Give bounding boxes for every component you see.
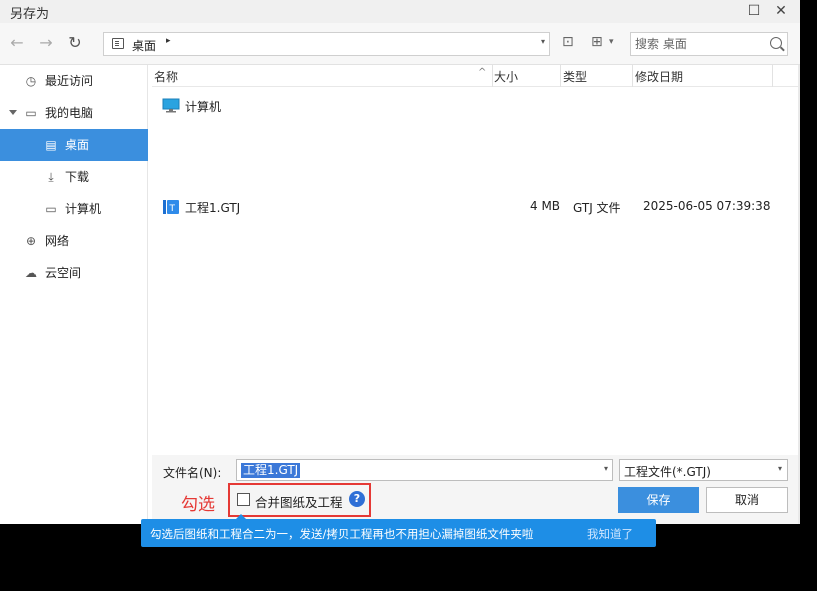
sidebar-item-recent[interactable]: ◷ 最近访问 xyxy=(0,65,148,97)
sidebar: ◷ 最近访问 ▭ 我的电脑 ▤ 桌面 ⤓ 下载 ▭ 计算机 ⊕ 网络 ☁ 云空间 xyxy=(0,65,148,524)
file-name: 工程1.GTJ xyxy=(185,201,241,215)
merge-checkbox[interactable] xyxy=(237,493,250,506)
address-dropdown-icon[interactable]: ▾ xyxy=(541,37,545,46)
title-bar: 另存为 ☐ ✕ xyxy=(0,0,800,23)
column-type[interactable]: 类型 xyxy=(563,68,587,85)
download-icon: ⤓ xyxy=(48,170,54,184)
tooltip-banner: 勾选后图纸和工程合二为一，发送/拷贝工程再也不用担心漏掉图纸文件夹啦 我知道了 xyxy=(141,514,656,547)
help-icon[interactable]: ? xyxy=(349,491,365,507)
breadcrumb-desktop[interactable]: 桌面 xyxy=(132,37,156,54)
tooltip-message: 勾选后图纸和工程合二为一，发送/拷贝工程再也不用担心漏掉图纸文件夹啦 xyxy=(150,527,534,541)
search-box[interactable] xyxy=(630,32,788,56)
filetype-dropdown-icon[interactable]: ▾ xyxy=(778,464,782,473)
expand-arrow-icon[interactable] xyxy=(9,110,17,115)
sidebar-item-label: 桌面 xyxy=(65,138,90,152)
sidebar-item-network[interactable]: ⊕ 网络 xyxy=(0,225,148,257)
filename-label: 文件名(N): xyxy=(163,466,222,480)
sidebar-item-label: 我的电脑 xyxy=(45,106,94,120)
column-size[interactable]: 大小 xyxy=(494,68,518,85)
refresh-button[interactable]: ↻ xyxy=(64,32,86,54)
sidebar-item-label: 下载 xyxy=(65,170,90,184)
column-separator[interactable] xyxy=(772,65,773,87)
globe-icon: ⊕ xyxy=(25,234,37,248)
file-list-header: 名称 ^ 大小 类型 修改日期 xyxy=(152,65,798,87)
filename-input[interactable]: 工程1.GTJ ▾ xyxy=(236,459,613,481)
clock-icon: ◷ xyxy=(25,74,37,88)
address-bar[interactable]: 桌面 ▸ ▾ xyxy=(103,32,550,56)
close-button[interactable]: ✕ xyxy=(767,0,795,22)
column-separator[interactable] xyxy=(560,65,561,87)
window-title: 另存为 xyxy=(10,7,50,22)
save-button[interactable]: 保存 xyxy=(618,487,699,513)
forward-button[interactable]: → xyxy=(35,32,57,54)
sort-ascending-icon: ^ xyxy=(478,67,487,78)
breadcrumb-arrow-icon[interactable]: ▸ xyxy=(166,36,171,46)
computer-icon xyxy=(162,98,180,113)
file-size: 4 MB xyxy=(530,199,561,213)
scrollbar[interactable] xyxy=(798,65,800,524)
file-row-computer[interactable]: 计算机 xyxy=(152,94,798,118)
monitor-icon: ▭ xyxy=(25,106,37,120)
file-list: 名称 ^ 大小 类型 修改日期 计算机 T 工程1.GTJ 4 MB GTJ 文… xyxy=(152,65,798,455)
back-button[interactable]: ← xyxy=(6,32,28,54)
sidebar-item-my-computer[interactable]: ▭ 我的电脑 xyxy=(0,97,148,129)
sidebar-item-label: 网络 xyxy=(45,234,70,248)
cancel-button[interactable]: 取消 xyxy=(706,487,788,513)
view-dropdown-icon[interactable]: ▾ xyxy=(609,37,614,57)
filename-value[interactable]: 工程1.GTJ xyxy=(241,463,301,478)
sidebar-item-label: 最近访问 xyxy=(45,74,94,88)
file-type: GTJ 文件 xyxy=(573,201,621,215)
column-separator[interactable] xyxy=(632,65,633,87)
cloud-icon: ☁ xyxy=(25,266,37,280)
annotation-label: 勾选 xyxy=(181,495,215,515)
tooltip-dismiss-link[interactable]: 我知道了 xyxy=(587,526,633,542)
search-input[interactable] xyxy=(635,36,765,52)
new-folder-icon[interactable]: ⊡ xyxy=(562,34,574,54)
filetype-value: 工程文件(*.GTJ) xyxy=(624,465,711,479)
file-modified: 2025-06-05 07:39:38 xyxy=(643,199,771,213)
sidebar-item-downloads[interactable]: ⤓ 下载 xyxy=(0,161,148,193)
file-name: 计算机 xyxy=(185,100,222,114)
tooltip-arrow xyxy=(236,514,246,519)
sidebar-item-label: 计算机 xyxy=(65,202,102,216)
svg-text:T: T xyxy=(169,204,176,214)
sidebar-item-desktop[interactable]: ▤ 桌面 xyxy=(0,129,148,161)
column-name[interactable]: 名称 xyxy=(154,68,178,85)
gtj-file-icon: T xyxy=(163,200,179,214)
search-icon[interactable] xyxy=(770,37,782,49)
desktop-icon: ▤ xyxy=(45,138,57,152)
column-separator[interactable] xyxy=(492,65,493,87)
view-mode-icon[interactable]: ⊞ xyxy=(591,34,603,54)
file-row-gtj[interactable]: T 工程1.GTJ 4 MB GTJ 文件 2025-06-05 07:39:3… xyxy=(152,195,798,219)
column-modified[interactable]: 修改日期 xyxy=(635,68,683,85)
annotation-highlight-box: 合并图纸及工程 ? xyxy=(228,483,371,517)
maximize-button[interactable]: ☐ xyxy=(740,0,768,22)
sidebar-item-cloud[interactable]: ☁ 云空间 xyxy=(0,257,148,289)
filename-dropdown-icon[interactable]: ▾ xyxy=(604,464,608,473)
merge-checkbox-label[interactable]: 合并图纸及工程 xyxy=(255,492,343,511)
desktop-icon xyxy=(112,38,124,49)
sidebar-item-computer[interactable]: ▭ 计算机 xyxy=(0,193,148,225)
toolbar: ← → ↻ 桌面 ▸ ▾ ⊡ ⊞ ▾ xyxy=(0,23,800,65)
filetype-select[interactable]: 工程文件(*.GTJ) ▾ xyxy=(619,459,788,481)
computer-icon: ▭ xyxy=(45,202,57,216)
save-as-dialog: 另存为 ☐ ✕ ← → ↻ 桌面 ▸ ▾ ⊡ ⊞ ▾ ◷ 最近访问 ▭ 我的电脑 xyxy=(0,0,800,524)
sidebar-item-label: 云空间 xyxy=(45,266,82,280)
